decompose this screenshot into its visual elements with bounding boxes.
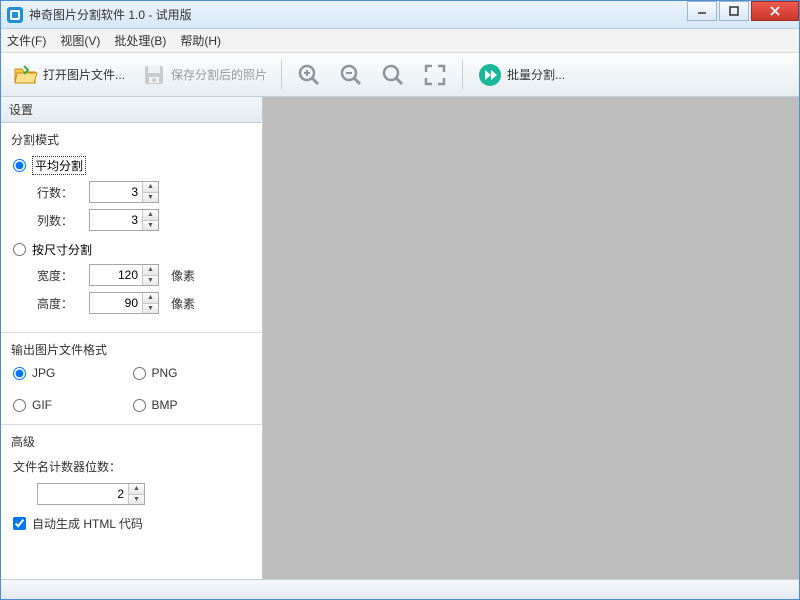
cols-down[interactable]: ▼ [143, 221, 158, 231]
save-button[interactable]: 保存分割后的照片 [135, 59, 273, 91]
avg-split-radio-row: 平均分割 [13, 156, 252, 175]
counter-label: 文件名计数器位数： [13, 458, 252, 475]
format-bmp-radio[interactable] [133, 399, 146, 412]
height-down[interactable]: ▼ [143, 304, 158, 314]
maximize-button[interactable] [719, 1, 749, 21]
format-jpg[interactable]: JPG [13, 366, 133, 380]
app-icon [7, 7, 23, 23]
toolbar-separator [281, 60, 282, 90]
settings-sidebar: 设置 分割模式 平均分割 行数： ▲▼ [1, 97, 263, 579]
advanced-title: 高级 [11, 433, 252, 450]
rows-down[interactable]: ▼ [143, 193, 158, 203]
minimize-button[interactable] [687, 1, 717, 21]
batch-split-label: 批量分割... [507, 66, 565, 83]
cols-field: 列数： ▲▼ [37, 209, 252, 231]
rows-spinner: ▲▼ [89, 181, 159, 203]
format-png[interactable]: PNG [133, 366, 253, 380]
close-button[interactable] [751, 1, 799, 21]
size-split-label: 按尺寸分割 [32, 241, 92, 258]
toolbar-separator [462, 60, 463, 90]
rows-field: 行数： ▲▼ [37, 181, 252, 203]
zoom-reset-button[interactable] [374, 59, 412, 91]
rows-up[interactable]: ▲ [143, 182, 158, 193]
app-window: 神奇图片分割软件 1.0 - 试用版 文件(F) 视图(V) 批处理(B) 帮助… [0, 0, 800, 600]
height-up[interactable]: ▲ [143, 293, 158, 304]
avg-split-label: 平均分割 [32, 156, 86, 175]
counter-down[interactable]: ▼ [129, 495, 144, 505]
toolbar: 打开图片文件... 保存分割后的照片 [1, 53, 799, 97]
height-unit: 像素 [171, 295, 195, 312]
autohtml-label: 自动生成 HTML 代码 [32, 515, 143, 532]
format-png-radio[interactable] [133, 367, 146, 380]
format-gif-radio[interactable] [13, 399, 26, 412]
expand-icon [422, 62, 448, 88]
settings-scroll[interactable]: 分割模式 平均分割 行数： ▲▼ 列数： [1, 123, 262, 579]
save-label: 保存分割后的照片 [171, 66, 267, 83]
cols-spinner: ▲▼ [89, 209, 159, 231]
menu-batch[interactable]: 批处理(B) [114, 32, 166, 49]
cols-label: 列数： [37, 212, 81, 229]
preview-area [263, 97, 799, 579]
folder-open-icon [13, 62, 39, 88]
window-buttons [685, 1, 799, 28]
play-forward-icon [477, 62, 503, 88]
fullscreen-button[interactable] [416, 59, 454, 91]
format-title: 输出图片文件格式 [11, 341, 252, 358]
body: 设置 分割模式 平均分割 行数： ▲▼ [1, 97, 799, 579]
height-input[interactable] [90, 293, 142, 313]
zoom-in-icon [296, 62, 322, 88]
counter-spinner: ▲▼ [37, 483, 145, 505]
width-label: 宽度： [37, 267, 81, 284]
save-icon [141, 62, 167, 88]
settings-header: 设置 [1, 97, 262, 123]
rows-label: 行数： [37, 184, 81, 201]
width-up[interactable]: ▲ [143, 265, 158, 276]
width-field: 宽度： ▲▼ 像素 [37, 264, 252, 286]
height-field: 高度： ▲▼ 像素 [37, 292, 252, 314]
format-jpg-radio[interactable] [13, 367, 26, 380]
height-label: 高度： [37, 295, 81, 312]
width-spinner: ▲▼ [89, 264, 159, 286]
menu-help[interactable]: 帮助(H) [180, 32, 221, 49]
titlebar: 神奇图片分割软件 1.0 - 试用版 [1, 1, 799, 29]
format-gif[interactable]: GIF [13, 398, 133, 412]
magnifier-icon [380, 62, 406, 88]
cols-up[interactable]: ▲ [143, 210, 158, 221]
zoom-out-icon [338, 62, 364, 88]
height-spinner: ▲▼ [89, 292, 159, 314]
statusbar [1, 579, 799, 599]
open-file-label: 打开图片文件... [43, 66, 125, 83]
width-unit: 像素 [171, 267, 195, 284]
counter-field: ▲▼ [37, 483, 252, 505]
zoom-out-button[interactable] [332, 59, 370, 91]
cols-input[interactable] [90, 210, 142, 230]
width-input[interactable] [90, 265, 142, 285]
size-split-radio[interactable] [13, 243, 26, 256]
menu-file[interactable]: 文件(F) [7, 32, 46, 49]
batch-split-button[interactable]: 批量分割... [471, 59, 571, 91]
width-down[interactable]: ▼ [143, 276, 158, 286]
avg-split-radio[interactable] [13, 159, 26, 172]
rows-input[interactable] [90, 182, 142, 202]
size-split-radio-row: 按尺寸分割 [13, 241, 252, 258]
window-title: 神奇图片分割软件 1.0 - 试用版 [29, 6, 685, 23]
split-mode-title: 分割模式 [11, 131, 252, 148]
advanced-group: 高级 文件名计数器位数： ▲▼ 自动生成 HTML 代码 [1, 425, 262, 548]
menu-view[interactable]: 视图(V) [60, 32, 100, 49]
zoom-in-button[interactable] [290, 59, 328, 91]
menubar: 文件(F) 视图(V) 批处理(B) 帮助(H) [1, 29, 799, 53]
autohtml-row: 自动生成 HTML 代码 [13, 515, 252, 532]
format-group: 输出图片文件格式 JPG PNG GIF BMP [1, 333, 262, 425]
autohtml-checkbox[interactable] [13, 517, 26, 530]
format-bmp[interactable]: BMP [133, 398, 253, 412]
counter-input[interactable] [38, 484, 128, 504]
split-mode-group: 分割模式 平均分割 行数： ▲▼ 列数： [1, 123, 262, 333]
counter-up[interactable]: ▲ [129, 484, 144, 495]
open-file-button[interactable]: 打开图片文件... [7, 59, 131, 91]
